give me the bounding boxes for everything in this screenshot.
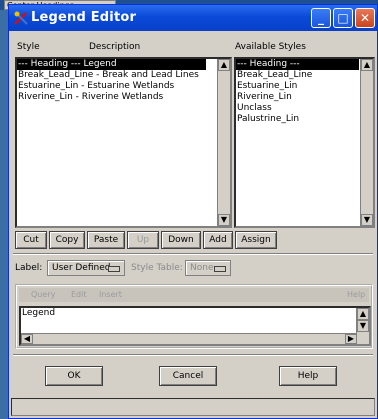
list-item[interactable]: --- Heading --- — [236, 59, 359, 70]
scroll-right-icon[interactable]: ▶ — [345, 334, 357, 344]
cut-button[interactable]: Cut — [15, 231, 47, 249]
minimize-button[interactable]: _ — [311, 8, 331, 28]
scroll-left-icon[interactable]: ◀ — [21, 334, 33, 344]
label-prefix: Label: — [15, 263, 43, 273]
scroll-up-icon[interactable]: ▲ — [361, 59, 373, 71]
legend-row[interactable]: Break_Lead_Line - Break and Lead Lines — [17, 70, 230, 81]
style-column-header: Style — [17, 42, 40, 52]
title-bar[interactable]: Legend Editor _ □ ✕ — [9, 5, 377, 31]
legend-editor-icon — [14, 11, 28, 25]
available-list-scrollbar[interactable]: ▲ ▼ — [360, 59, 373, 226]
legend-text-field[interactable]: Legend ▲ ▼ ◀ ▶ — [19, 306, 371, 346]
divider — [13, 354, 373, 356]
scroll-up-icon[interactable]: ▲ — [357, 308, 369, 320]
dropdown-icon — [108, 266, 120, 272]
scroll-down-icon[interactable]: ▼ — [218, 214, 230, 226]
legend-row[interactable]: --- Heading --- Legend — [17, 59, 206, 70]
up-button[interactable]: Up — [127, 231, 159, 249]
down-button[interactable]: Down — [161, 231, 201, 249]
style-table-prefix: Style Table: — [131, 263, 183, 273]
available-styles-list[interactable]: --- Heading --- Break_Lead_Line Estuarin… — [234, 57, 375, 228]
legend-text: Legend — [22, 308, 56, 318]
list-item[interactable]: Break_Lead_Line — [236, 70, 373, 81]
label-dropdown-value: User Defined — [52, 263, 111, 273]
status-bar — [11, 398, 375, 416]
ok-button[interactable]: OK — [45, 366, 103, 386]
list-item[interactable]: Palustrine_Lin — [236, 114, 373, 125]
legend-list[interactable]: --- Heading --- Legend Break_Lead_Line -… — [15, 57, 232, 228]
add-button[interactable]: Add — [203, 231, 233, 249]
description-column-header: Description — [89, 42, 141, 52]
divider — [13, 253, 373, 255]
list-item[interactable]: Unclass — [236, 103, 373, 114]
menu-help[interactable]: Help — [347, 288, 365, 302]
style-table-value: None — [190, 263, 214, 273]
dropdown-icon — [214, 266, 226, 272]
available-styles-header: Available Styles — [235, 42, 306, 52]
maximize-button[interactable]: □ — [333, 8, 353, 28]
assign-button[interactable]: Assign — [235, 231, 277, 249]
cancel-button[interactable]: Cancel — [159, 366, 217, 386]
list-item[interactable]: Estuarine_Lin — [236, 81, 373, 92]
legend-text-panel: Query Edit Insert Help Legend ▲ ▼ ◀ ▶ — [15, 284, 373, 349]
help-button[interactable]: Help — [279, 366, 337, 386]
menu-query[interactable]: Query — [31, 288, 55, 302]
text-field-hscrollbar[interactable]: ◀ ▶ — [21, 333, 357, 344]
copy-button[interactable]: Copy — [49, 231, 85, 249]
scroll-down-icon[interactable]: ▼ — [361, 214, 373, 226]
close-button[interactable]: ✕ — [355, 8, 375, 28]
window-title: Legend Editor — [31, 10, 137, 25]
text-field-scrollbar[interactable]: ▲ ▼ — [356, 308, 369, 344]
list-item[interactable]: Riverine_Lin — [236, 92, 373, 103]
paste-button[interactable]: Paste — [87, 231, 125, 249]
style-table-dropdown[interactable]: None — [185, 260, 231, 276]
menu-insert[interactable]: Insert — [99, 288, 122, 302]
menu-edit[interactable]: Edit — [71, 288, 87, 302]
legend-list-scrollbar[interactable]: ▲ ▼ — [217, 59, 230, 226]
legend-editor-window: Legend Editor _ □ ✕ Style Description Av… — [8, 4, 378, 419]
scroll-down-icon[interactable]: ▼ — [357, 320, 369, 332]
label-dropdown[interactable]: User Defined — [47, 260, 125, 276]
legend-row[interactable]: Riverine_Lin - Riverine Wetlands — [17, 92, 230, 103]
scroll-up-icon[interactable]: ▲ — [218, 59, 230, 71]
text-menubar: Query Edit Insert Help — [19, 288, 369, 302]
legend-row[interactable]: Estuarine_Lin - Estuarine Wetlands — [17, 81, 230, 92]
